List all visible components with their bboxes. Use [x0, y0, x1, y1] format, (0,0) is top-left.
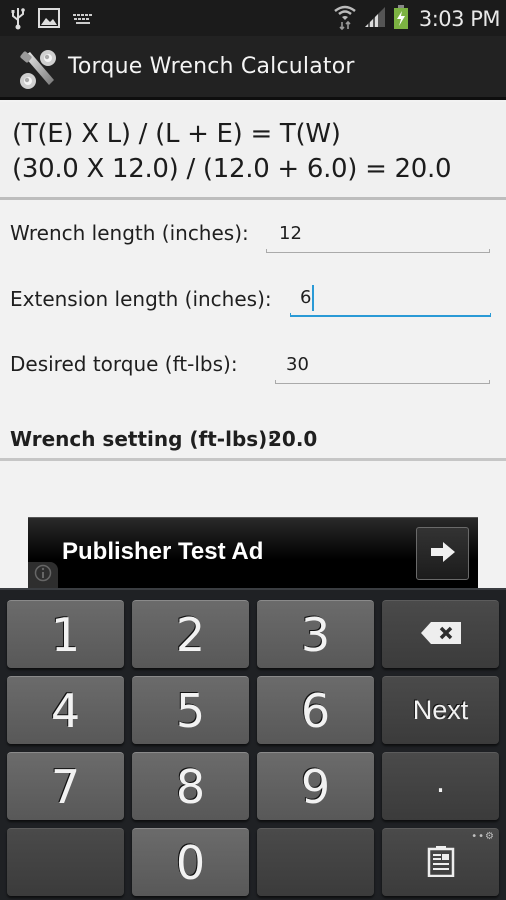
wrench-length-label: Wrench length (inches):	[10, 221, 249, 245]
desired-torque-input[interactable]: 30	[275, 348, 490, 384]
input-underline	[266, 249, 490, 253]
clipboard-icon	[427, 845, 455, 881]
key-label: Next	[412, 695, 469, 725]
desired-torque-label: Desired torque (ft-lbs):	[10, 352, 238, 376]
key-label: 0	[175, 835, 206, 890]
notification-icons	[10, 6, 94, 34]
wrench-length-input[interactable]: 12	[266, 217, 490, 253]
key-4[interactable]: 4	[7, 676, 124, 744]
key-label: 5	[175, 683, 206, 738]
key-clipboard[interactable]: ••⚙	[382, 828, 499, 896]
wrench-bolt-icon	[18, 48, 60, 90]
key-3[interactable]: 3	[257, 600, 374, 668]
key-next[interactable]: Next	[382, 676, 499, 744]
key-8[interactable]: 8	[132, 752, 249, 820]
key-label: 3	[300, 607, 331, 662]
ad-info-button[interactable]	[28, 562, 58, 588]
key-label: 6	[300, 683, 331, 738]
key-label: .	[435, 764, 446, 800]
usb-icon	[10, 6, 26, 34]
input-underline	[275, 380, 490, 384]
key-6[interactable]: 6	[257, 676, 374, 744]
info-icon	[34, 564, 52, 586]
settings-gear-icon: ••⚙	[471, 831, 495, 842]
image-icon	[38, 8, 60, 32]
wrench-setting-value: 20.0	[268, 427, 318, 451]
key-7[interactable]: 7	[7, 752, 124, 820]
extension-length-value: 6	[300, 287, 312, 308]
key-9[interactable]: 9	[257, 752, 374, 820]
key-label: 9	[300, 759, 331, 814]
input-underline-focused	[290, 313, 491, 317]
key-2[interactable]: 2	[132, 600, 249, 668]
key-label: 7	[50, 759, 81, 814]
ad-arrow-button[interactable]	[416, 527, 469, 580]
key-blank-left[interactable]	[7, 828, 124, 896]
extension-length-label: Extension length (inches):	[10, 287, 272, 311]
ad-banner[interactable]: Publisher Test Ad	[28, 517, 478, 588]
key-decimal[interactable]: .	[382, 752, 499, 820]
keyboard-icon	[72, 11, 94, 30]
key-blank-right[interactable]	[257, 828, 374, 896]
key-label: 8	[175, 759, 206, 814]
key-5[interactable]: 5	[132, 676, 249, 744]
key-label: 2	[175, 607, 206, 662]
input-form: Wrench length (inches): 12 Extension len…	[0, 201, 506, 461]
key-label: 1	[50, 607, 81, 662]
arrow-right-icon	[430, 541, 456, 567]
system-icons: 3:03 PM	[333, 4, 501, 34]
wrench-length-value: 12	[279, 223, 302, 244]
signal-icon	[363, 5, 387, 33]
formula-computed: (30.0 X 12.0) / (12.0 + 6.0) = 20.0	[12, 154, 452, 184]
wifi-icon	[333, 4, 357, 34]
desired-torque-value: 30	[286, 354, 309, 375]
clock: 3:03 PM	[418, 7, 501, 31]
key-label: 4	[50, 683, 81, 738]
action-bar: Torque Wrench Calculator	[0, 36, 506, 100]
backspace-icon	[420, 621, 462, 649]
key-0[interactable]: 0	[132, 828, 249, 896]
battery-charging-icon	[393, 4, 409, 34]
app-title: Torque Wrench Calculator	[68, 54, 355, 79]
numeric-keyboard: 1 2 3 4 5 6 Next 7 8 9 . 0 ••⚙	[0, 588, 506, 900]
ad-text: Publisher Test Ad	[62, 538, 264, 565]
key-backspace[interactable]	[382, 600, 499, 668]
formula-general: (T(E) X L) / (L + E) = T(W)	[12, 119, 341, 149]
extension-length-input[interactable]: 6	[290, 281, 491, 317]
key-1[interactable]: 1	[7, 600, 124, 668]
wrench-setting-label: Wrench setting (ft-lbs):	[10, 427, 276, 451]
formula-panel: (T(E) X L) / (L + E) = T(W) (30.0 X 12.0…	[0, 102, 506, 200]
text-cursor	[312, 285, 314, 311]
status-bar: 3:03 PM	[0, 0, 506, 36]
